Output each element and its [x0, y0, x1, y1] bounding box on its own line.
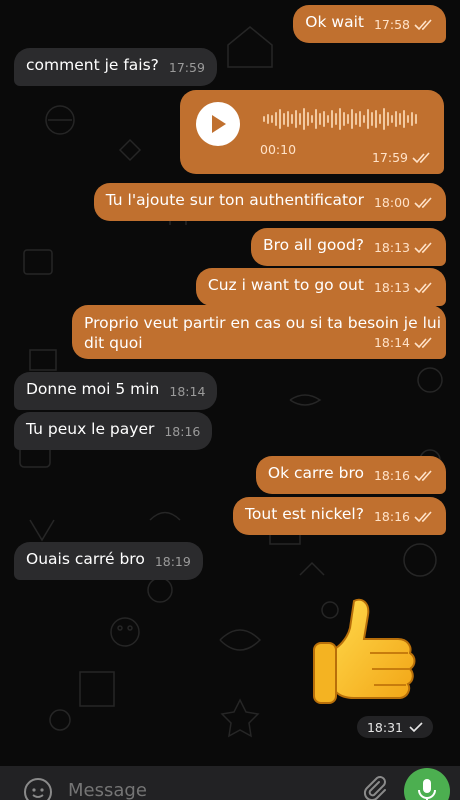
message-text: Donne moi 5 min [26, 380, 160, 398]
microphone-icon [418, 779, 436, 800]
message-time: 18:16 [164, 424, 201, 439]
message-text: Tu peux le payer [26, 420, 155, 438]
message-bubble-outgoing[interactable]: Ok carre bro 18:16 [255, 456, 446, 494]
emoji-button[interactable] [24, 778, 52, 800]
attach-icon[interactable] [360, 774, 388, 800]
voice-waveform[interactable] [262, 104, 432, 134]
message-bubble-incoming[interactable]: Tu peux le payer 18:16 [14, 412, 213, 450]
message-text: Ok carre bro [267, 464, 364, 482]
message-time: 17:58 [373, 17, 410, 32]
mic-button[interactable] [404, 768, 450, 800]
chat-area[interactable]: Ok wait 17:58 comment je fais? 17:59 00:… [0, 0, 460, 766]
message-time: 17:59 [168, 60, 205, 75]
message-time: 18:13 [373, 240, 410, 255]
double-check-icon [414, 197, 432, 209]
message-text-line-1: Proprio veut partir en cas ou si ta beso… [84, 314, 441, 332]
message-text: Ouais carré bro [26, 550, 145, 568]
double-check-icon [414, 242, 432, 254]
double-check-icon [414, 19, 432, 31]
message-time: 18:19 [154, 554, 191, 569]
message-time: 18:14 [373, 335, 410, 350]
play-button[interactable] [196, 102, 240, 146]
double-check-icon [414, 470, 432, 482]
message-bubble-outgoing[interactable]: Cuz i want to go out 18:13 [195, 268, 446, 306]
message-bubble-outgoing[interactable]: Bro all good? 18:13 [250, 228, 446, 266]
message-time: 18:16 [373, 509, 410, 524]
message-bubble-outgoing[interactable]: Tout est nickel? 18:16 [233, 497, 446, 535]
message-bubble-incoming[interactable]: Donne moi 5 min 18:14 [14, 372, 218, 410]
double-check-icon [414, 511, 432, 523]
message-bubble-outgoing[interactable]: Proprio veut partir en cas ou si ta beso… [72, 305, 446, 359]
message-text: comment je fais? [26, 56, 159, 74]
sticker-time-chip: 18:31 [357, 716, 433, 738]
message-text: Tu l'ajoute sur ton authentificator [105, 191, 364, 209]
message-text: Bro all good? [262, 236, 364, 254]
message-text: Tout est nickel? [245, 505, 364, 523]
message-bubble-outgoing[interactable]: Tu l'ajoute sur ton authentificator 18:00 [93, 183, 446, 221]
message-text: Cuz i want to go out [207, 276, 364, 294]
message-bubble-incoming[interactable]: comment je fais? 17:59 [14, 48, 217, 86]
thumbs-up-sticker[interactable] [310, 593, 430, 713]
message-time: 18:14 [169, 384, 206, 399]
message-time: 18:31 [366, 719, 404, 735]
message-input[interactable] [68, 778, 328, 800]
message-input-bar [0, 766, 460, 800]
double-check-icon [412, 152, 430, 164]
message-time: 17:59 [371, 150, 408, 165]
check-icon [409, 722, 423, 732]
voice-message-bubble[interactable]: 00:10 17:59 [180, 90, 444, 174]
voice-duration: 00:10 [260, 142, 297, 157]
play-icon [212, 115, 226, 133]
message-text: Ok wait [305, 13, 364, 31]
message-time: 18:00 [373, 195, 410, 210]
message-time: 18:13 [373, 280, 410, 295]
double-check-icon [414, 337, 432, 349]
smiley-icon [32, 788, 44, 798]
message-bubble-outgoing[interactable]: Ok wait 17:58 [293, 5, 446, 43]
double-check-icon [414, 282, 432, 294]
message-time: 18:16 [373, 468, 410, 483]
message-bubble-incoming[interactable]: Ouais carré bro 18:19 [14, 542, 203, 580]
